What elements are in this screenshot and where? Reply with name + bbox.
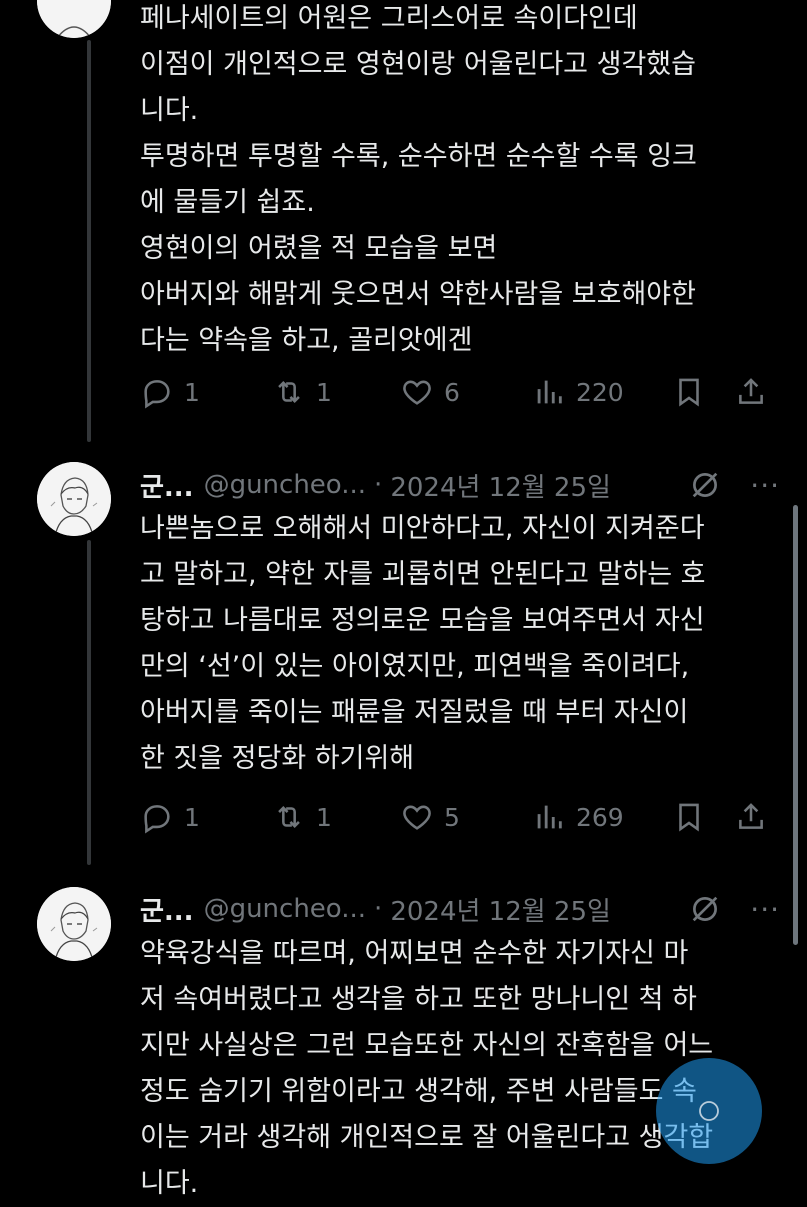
tweet-line: 저 속여버렸다고 생각을 하고 또한 망나니인 척 하 — [140, 984, 697, 1015]
display-name[interactable]: 군... — [140, 467, 194, 504]
tweet-line: 니다. — [140, 1168, 199, 1199]
views-count: 220 — [576, 377, 624, 407]
views-count: 269 — [576, 802, 624, 832]
tweet-line: 다는 약속을 하고, 골리앗에겐 — [140, 325, 473, 356]
tweet-line: 페나세이트의 어원은 그리스어로 속이다인데 — [140, 3, 638, 34]
reply-icon — [144, 805, 170, 834]
views-button[interactable]: 220 — [532, 375, 672, 409]
reply-button[interactable]: 1 — [140, 375, 272, 409]
compose-button[interactable] — [656, 1058, 762, 1164]
avatar[interactable] — [37, 462, 111, 536]
bookmark-button[interactable] — [672, 375, 734, 409]
share-icon — [739, 803, 763, 829]
tweet-text: 나쁜놈으로 오해해서 미안하다고, 자신이 지켜준다 고 말하고, 약한 자를 … — [140, 506, 780, 782]
repost-icon — [278, 380, 300, 404]
user-handle[interactable]: @guncheo... — [204, 894, 366, 924]
repost-button[interactable]: 1 — [272, 375, 400, 409]
avatar[interactable] — [37, 887, 111, 961]
repost-count: 1 — [316, 377, 332, 407]
tweet-line: 영현이의 어렸을 적 모습을 보면 — [140, 233, 498, 264]
tweet-line: 약육강식을 따르며, 어찌보면 순수한 자기자신 마 — [140, 938, 689, 969]
like-button[interactable]: 6 — [400, 375, 532, 409]
views-button[interactable]: 269 — [532, 800, 672, 834]
tweet-header: 군... @guncheo... · 2024년 12월 25일 ··· — [140, 887, 780, 931]
tweet-line: 만의 ‘선’이 있는 아이였지만, 피연백을 죽이려다, — [140, 651, 690, 682]
repost-count: 1 — [316, 802, 332, 832]
tweet-line: 에 물들기 쉽죠. — [140, 187, 315, 218]
tweet-date[interactable]: 2024년 12월 25일 — [390, 467, 611, 504]
tweet-line: 아버지와 해맑게 웃으면서 약한사람을 보호해야한 — [140, 279, 696, 310]
separator: · — [374, 470, 383, 500]
tweet-line: 나쁜놈으로 오해해서 미안하다고, 자신이 지켜준다 — [140, 513, 705, 544]
user-handle[interactable]: @guncheo... — [204, 470, 366, 500]
like-count: 6 — [444, 377, 460, 407]
separator: · — [374, 894, 383, 924]
reply-count: 1 — [184, 802, 200, 832]
tweet-line: 아버지를 죽이는 패륜을 저질렀을 때 부터 자신이 — [140, 697, 689, 728]
tweet-line: 이점이 개인적으로 영현이랑 어울린다고 생각했습 — [140, 49, 696, 80]
share-button[interactable] — [734, 375, 768, 409]
tweet-actions: 1 1 5 269 — [140, 795, 770, 839]
reply-icon — [144, 380, 170, 409]
bookmark-icon — [679, 378, 699, 407]
tweet-line: 지만 사실상은 그런 모습또한 자신의 잔혹함을 어느 — [140, 1030, 714, 1061]
tweet-text: 페나세이트의 어원은 그리스어로 속이다인데 이점이 개인적으로 영현이랑 어울… — [140, 0, 780, 364]
tweet-line: 니다. — [140, 95, 199, 126]
share-icon — [739, 378, 763, 404]
reply-count: 1 — [184, 377, 200, 407]
more-icon[interactable]: ··· — [724, 469, 780, 502]
tweet-line: 탕하고 나름대로 정의로운 모습을 보여주면서 자신 — [140, 605, 705, 636]
grok-button[interactable] — [686, 890, 724, 928]
tweet-header: 군... @guncheo... · 2024년 12월 25일 ··· — [140, 463, 780, 507]
more-icon[interactable]: ··· — [724, 893, 780, 926]
like-icon — [403, 805, 431, 830]
bookmark-button[interactable] — [672, 800, 734, 834]
grok-button[interactable] — [686, 466, 724, 504]
grok-icon — [692, 896, 718, 922]
compose-icon — [699, 1101, 719, 1121]
views-icon — [537, 380, 562, 404]
thread-line — [87, 40, 91, 442]
tweet-line: 한 짓을 정당화 하기위해 — [140, 743, 415, 774]
tweet-line: 투명하면 투명할 수록, 순수하면 순수할 수록 잉크 — [140, 141, 697, 172]
views-icon — [537, 805, 562, 829]
grok-icon — [692, 472, 718, 498]
avatar[interactable] — [37, 0, 111, 38]
like-icon — [403, 380, 431, 405]
tweet-actions: 1 1 6 220 — [140, 370, 770, 414]
bookmark-icon — [679, 803, 699, 832]
like-count: 5 — [444, 802, 460, 832]
like-button[interactable]: 5 — [400, 800, 532, 834]
tweet-date[interactable]: 2024년 12월 25일 — [390, 891, 611, 928]
tweet-line: 고 말하고, 약한 자를 괴롭히면 안된다고 말하는 호 — [140, 559, 706, 590]
thread-line — [87, 540, 91, 865]
scrollbar[interactable] — [793, 505, 798, 945]
repost-icon — [278, 805, 300, 829]
display-name[interactable]: 군... — [140, 891, 194, 928]
repost-button[interactable]: 1 — [272, 800, 400, 834]
reply-button[interactable]: 1 — [140, 800, 272, 834]
share-button[interactable] — [734, 800, 768, 834]
